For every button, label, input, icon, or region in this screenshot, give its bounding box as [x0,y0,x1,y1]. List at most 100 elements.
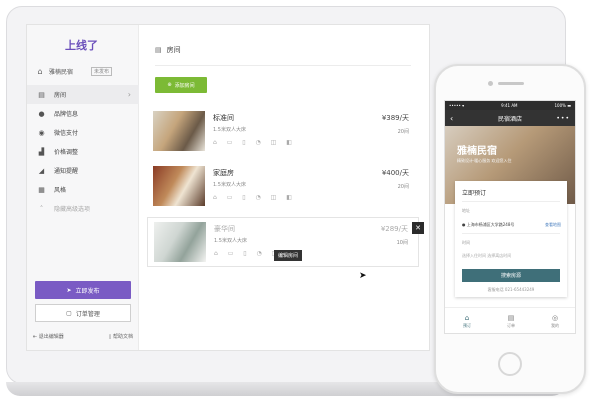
sidebar-item-label: 微信支付 [54,130,79,137]
chevron-right-icon: › [127,90,131,99]
notification-icon: ◢ [38,166,45,175]
divider [462,233,560,234]
user-icon: ◎ [551,314,559,322]
address-text: ● 上海市杨浦区大学路248号 [462,222,515,227]
room-thumbnail [153,111,205,151]
hero-subtitle: 精致设计·暖心服务 欢迎您入住 [457,158,512,163]
more-icon[interactable]: ••• [556,115,570,122]
service-phone: 客服电话 021-65443249 [487,287,535,292]
room-price: ¥289/天 [380,225,408,233]
divider [462,201,560,202]
orders-button-label: 订单管理 [75,310,100,318]
sidebar-item-style[interactable]: ▦ 风格 [27,180,139,199]
room-desc: 1.5米双人大床 [213,127,246,133]
room-price: ¥400/天 [381,169,409,177]
view-map-link[interactable]: 查看地图 [545,222,561,228]
publish-button[interactable]: ➤ 立即发布 [35,281,131,299]
sidebar: 上线了 ⌂ 雅楠民宿 未发布 ▤ 房间 › ● 品牌信息 ◉ 微信支付 ▟ 价格… [27,25,139,350]
shop-icon: ⌂ [37,67,43,76]
room-row[interactable]: 豪华间 1.5米双人大床 ⌂ ▭ ▯ ◔ ◫ ◧ ¥289/天 10间 编辑房间… [147,217,424,267]
sidebar-item-label: 隐藏高级选项 [54,206,91,213]
room-count: 10间 [396,240,408,246]
sidebar-menu: ▤ 房间 › ● 品牌信息 ◉ 微信支付 ▟ 价格调整 ◢ 通知提醒 ▦ 风格 … [27,85,139,218]
booking-title: 立即预订 [462,190,487,197]
chevron-up-icon: ˄ [39,204,44,213]
tab-profile[interactable]: ◎ 我的 [551,314,559,329]
room-desc: 1.5米双人大床 [213,182,246,188]
style-icon: ▦ [38,185,45,194]
file-icon: ▤ [155,46,162,54]
file-icon: ▤ [38,90,45,99]
status-badge: 未发布 [91,67,113,76]
room-thumbnail [154,222,206,262]
back-icon[interactable]: ‹ [450,114,453,123]
tab-orders[interactable]: ▤ 订单 [507,314,515,329]
sidebar-item-label: 房间 [54,92,67,99]
location-label: 地址 [462,208,470,213]
orders-button[interactable]: ▢ 订单管理 [35,304,131,322]
shop-selector[interactable]: ⌂ 雅楠民宿 未发布 [35,67,113,76]
room-name: 家庭房 [213,169,234,177]
sidebar-item-label: 通知提醒 [54,168,79,175]
battery-icon: 100% ▬ [554,103,572,108]
main-panel: ▤ 房间 ⊕ 添加房间 标准间 1.5米双人大床 ⌂ ▭ ▯ ◔ ◫ ◧ ¥38… [139,25,429,350]
sidebar-item-brand-info[interactable]: ● 品牌信息 [27,104,139,123]
tab-booking[interactable]: ⌂ 预订 [463,314,471,329]
room-count: 20间 [397,184,409,190]
send-icon: ➤ [66,286,72,294]
editor-screen: 上线了 ⌂ 雅楠民宿 未发布 ▤ 房间 › ● 品牌信息 ◉ 微信支付 ▟ 价格… [26,24,430,351]
publish-button-label: 立即发布 [75,287,100,295]
phone-screen: ••••• ▾ 9:41 AM 100% ▬ ‹ 民宿酒店 ••• 雅楠民宿 精… [444,100,576,334]
status-time: 9:41 AM [501,103,518,108]
phone-frame: ••••• ▾ 9:41 AM 100% ▬ ‹ 民宿酒店 ••• 雅楠民宿 精… [434,64,586,394]
help-docs-link[interactable]: ▯ 帮助文档 [109,333,133,340]
room-thumbnail [153,166,205,206]
room-name: 豪华间 [214,225,235,233]
search-rooms-button[interactable]: 搜索房源 [462,269,560,282]
shop-name: 雅楠民宿 [49,69,74,76]
sidebar-item-notifications[interactable]: ◢ 通知提醒 [27,161,139,180]
room-desc: 1.5米双人大床 [214,238,247,244]
sidebar-item-label: 品牌信息 [54,111,79,118]
sidebar-item-hide-advanced[interactable]: ˄ 隐藏高级选项 [27,199,139,218]
app-logo: 上线了 [65,39,98,52]
room-count: 20间 [397,129,409,135]
page-title: ▤ 房间 [155,46,181,54]
order-icon: ▢ [66,309,72,317]
phone-tab-bar: ⌂ 预订 ▤ 订单 ◎ 我的 [445,307,575,333]
edit-room-tooltip: 编辑房间 [274,250,303,261]
exit-editor-link[interactable]: ⇤ 退出编辑器 [33,333,64,340]
bar-chart-icon: ▟ [38,147,45,156]
sidebar-item-rooms[interactable]: ▤ 房间 › [27,85,139,104]
order-icon: ▤ [507,314,515,322]
room-amenities: ⌂ ▭ ▯ ◔ ◫ ◧ [213,194,296,201]
info-icon: ● [38,109,45,118]
sidebar-item-price-adjust[interactable]: ▟ 价格调整 [27,142,139,161]
add-room-button[interactable]: ⊕ 添加房间 [155,77,207,93]
phone-status-bar: ••••• ▾ 9:41 AM 100% ▬ [445,101,575,110]
signal-icon: ••••• ▾ [449,103,465,108]
phone-speaker [498,82,524,85]
sidebar-footer: ⇤ 退出编辑器 ▯ 帮助文档 [27,333,139,340]
room-amenities: ⌂ ▭ ▯ ◔ ◫ ◧ [213,139,296,146]
booking-card: 立即预订 地址 ● 上海市杨浦区大学路248号 查看地图 时间 选择入住时间 选… [455,181,567,297]
wechat-pay-icon: ◉ [38,128,45,137]
room-row[interactable]: 家庭房 1.5米双人大床 ⌂ ▭ ▯ ◔ ◫ ◧ ¥400/天 20间 [147,162,419,212]
phone-camera [488,81,493,86]
phone-nav-title: 民宿酒店 [497,115,522,123]
sidebar-item-label: 价格调整 [54,149,79,156]
sidebar-item-label: 风格 [54,187,67,194]
room-price: ¥389/天 [381,114,409,122]
mouse-cursor-icon: ➤ [359,271,367,281]
room-row[interactable]: 标准间 1.5米双人大床 ⌂ ▭ ▯ ◔ ◫ ◧ ¥389/天 20间 [147,107,419,157]
close-icon[interactable]: ✕ [412,222,424,234]
phone-nav-bar: ‹ 民宿酒店 ••• [445,110,575,126]
home-icon: ⌂ [464,314,470,322]
room-name: 标准间 [213,114,234,122]
sidebar-item-wechat-pay[interactable]: ◉ 微信支付 [27,123,139,142]
date-picker[interactable]: 选择入住时间 选择离店时间 [462,253,511,259]
divider [155,65,411,66]
phone-home-button[interactable] [498,352,522,376]
plus-icon: ⊕ [167,82,172,88]
hero-title: 雅楠民宿 [457,146,497,157]
